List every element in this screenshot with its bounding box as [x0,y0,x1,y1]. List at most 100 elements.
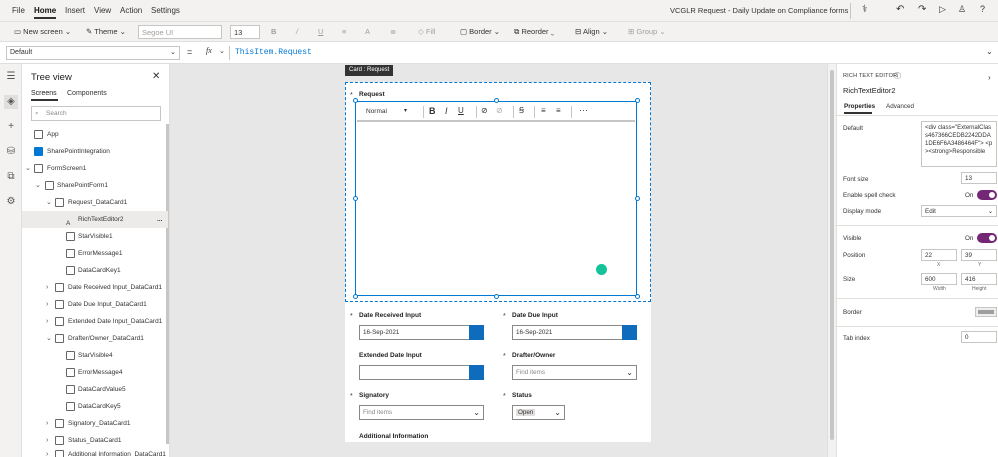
tree-item[interactable]: › Signatory_DataCard1 [22,415,168,432]
info-icon[interactable]: ⓘ [894,71,901,81]
tree-item[interactable]: › Date Due Input_DataCard1 [22,296,168,313]
visible-toggle[interactable] [977,233,997,243]
chevron-right-icon[interactable]: › [46,279,48,296]
tools-icon[interactable]: ⚙ [4,195,18,209]
border-button[interactable]: ▢ Border ⌄ [460,25,500,39]
property-select[interactable]: Default ⌄ [6,46,180,60]
stethoscope-icon[interactable]: ⚕ [862,4,867,15]
tree-item[interactable]: ⌄ FormScreen1 [22,160,168,177]
resize-handle[interactable] [635,98,640,103]
tree-item[interactable]: ⌄ Request_DataCard1 [22,194,168,211]
font-select[interactable]: Segoe UI [138,25,222,39]
chevron-down-icon[interactable]: ⌄ [554,406,561,419]
tab-index-input[interactable]: 0 [961,331,997,343]
rte-style-select[interactable]: Normal [366,108,387,115]
unlink-icon[interactable]: ⊘ [496,106,503,115]
chevron-right-icon[interactable]: › [988,73,991,82]
calendar-icon[interactable] [469,325,484,340]
strikethrough-icon[interactable]: ≡ [342,25,346,39]
media-icon[interactable]: ⧉ [4,170,18,184]
align-text-icon[interactable]: ≣ [390,25,396,39]
position-x-input[interactable]: 22 [921,249,957,261]
bold-button[interactable]: B [271,25,276,39]
spell-check-toggle[interactable] [977,190,997,200]
resize-handle[interactable] [494,98,499,103]
tree-item[interactable]: App [22,126,168,143]
resize-handle[interactable] [494,294,499,299]
help-icon[interactable]: ? [980,4,985,14]
menu-settings[interactable]: Settings [151,6,180,15]
database-icon[interactable]: ⛁ [4,145,18,159]
redo-icon[interactable]: ↷ [918,4,926,15]
tab-properties[interactable]: Properties [844,103,875,110]
chevron-right-icon[interactable]: › [46,415,48,432]
date-received-picker[interactable]: 16-Sep-2021 [359,325,484,340]
border-color-swatch[interactable] [975,307,997,317]
tree-item[interactable]: ErrorMessage4 [22,364,168,381]
italic-icon[interactable]: / [296,25,298,39]
expand-formula-icon[interactable]: ⌄ [986,47,993,56]
italic-icon[interactable]: I [445,106,448,116]
grammarly-icon[interactable] [596,264,607,275]
chevron-down-icon[interactable]: ⌄ [46,194,52,211]
fx-button[interactable]: fx [206,46,212,55]
close-icon[interactable]: ✕ [152,71,160,82]
link-icon[interactable]: ⊘ [481,106,488,115]
drafter-owner-combobox[interactable]: Find items ⌄ [512,365,637,380]
tree-search-input[interactable]: ⌕ Search [31,106,161,121]
more-icon[interactable]: ··· [579,105,588,115]
new-screen-button[interactable]: ▭ New screen ⌄ [14,25,71,39]
plus-icon[interactable]: + [4,120,18,134]
layers-icon[interactable]: ◈ [4,95,18,109]
chevron-down-icon[interactable]: ⌄ [219,47,225,55]
tree-item[interactable]: StarVisible1 [22,228,168,245]
resize-handle[interactable] [635,196,640,201]
status-dropdown[interactable]: Open ⌄ [512,405,565,420]
tab-advanced[interactable]: Advanced [886,103,914,110]
formula-input[interactable]: ThisItem.Request [229,46,981,60]
chevron-down-icon[interactable]: ⌄ [25,160,31,177]
rich-text-editor[interactable]: Normal ▾ B I U ⊘ ⊘ Ꞩ ≡ ≡ ··· [355,101,637,296]
default-value-input[interactable]: <div class="ExternalClass467366CEDB2242D… [921,121,997,167]
chevron-down-icon[interactable]: ⌄ [626,366,633,379]
chevron-down-icon[interactable]: ▾ [404,107,407,114]
resize-handle[interactable] [353,294,358,299]
tree-item[interactable]: DataCardKey5 [22,398,168,415]
extended-date-picker[interactable] [359,365,484,380]
underline-icon[interactable]: U [318,25,323,39]
chevron-right-icon[interactable]: › [46,446,48,457]
tree-item[interactable]: SharePointIntegration [22,143,168,160]
chevron-down-icon[interactable]: ⌄ [35,177,41,194]
undo-icon[interactable]: ↶ [896,4,904,15]
menu-action[interactable]: Action [120,6,142,15]
menu-view[interactable]: View [94,6,111,15]
tab-components[interactable]: Components [67,90,107,97]
tree-item[interactable]: ⌄ Drafter/Owner_DataCard1 [22,330,168,347]
chevron-down-icon[interactable]: ⌄ [473,406,480,419]
tree-item[interactable]: DataCardKey1 [22,262,168,279]
signatory-combobox[interactable]: Find items ⌄ [359,405,484,420]
resize-handle[interactable] [635,294,640,299]
scrollbar-thumb[interactable] [830,70,834,440]
tree-item[interactable]: DataCardValue5 [22,381,168,398]
play-icon[interactable]: ▷ [939,4,946,15]
resize-handle[interactable] [353,98,358,103]
numbered-list-icon[interactable]: ≡ [541,106,546,115]
bold-icon[interactable]: B [429,106,436,116]
more-options-icon[interactable]: ... [157,211,162,228]
clear-format-icon[interactable]: Ꞩ [519,106,524,115]
form-screen[interactable]: * Request Normal ▾ B I U ⊘ ⊘ Ꞩ ≡ ≡ ··· * [345,82,651,442]
menu-home[interactable]: Home [34,6,57,19]
tree-item[interactable]: › Additional Information_DataCard1 [22,446,168,457]
display-mode-select[interactable]: Edit ⌄ [921,205,997,217]
chevron-right-icon[interactable]: › [46,296,48,313]
hamburger-icon[interactable]: ☰ [4,70,18,84]
position-y-input[interactable]: 39 [961,249,997,261]
date-due-picker[interactable]: 16-Sep-2021 [512,325,637,340]
font-size-select[interactable]: 13 [230,25,260,39]
calendar-icon[interactable] [469,365,484,380]
height-input[interactable]: 416 [961,273,997,285]
menu-file[interactable]: File [12,6,25,15]
align-button[interactable]: ⊟ Align ⌄ [575,25,608,39]
font-size-input[interactable]: 13 [961,172,997,184]
